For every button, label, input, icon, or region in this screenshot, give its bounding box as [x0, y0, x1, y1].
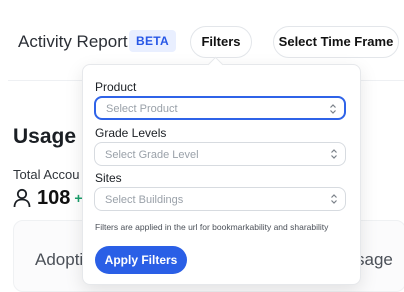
grade-level-select[interactable]: Select Grade Level	[94, 142, 346, 166]
total-accounts-label: Total Accou	[13, 167, 80, 182]
total-accounts-row: 108 +	[13, 186, 83, 210]
filters-popover: Product Select Product Grade Levels Sele…	[82, 64, 361, 285]
adoption-card-title: Adopti	[35, 250, 84, 269]
chevron-up-down-icon	[331, 149, 337, 159]
page-title: Activity Report	[18, 32, 128, 51]
sites-select[interactable]: Select Buildings	[94, 187, 346, 211]
grade-levels-label: Grade Levels	[95, 126, 167, 140]
grade-level-select-placeholder: Select Grade Level	[105, 149, 199, 161]
filters-button[interactable]: Filters	[190, 26, 252, 58]
total-accounts-value: 108	[37, 186, 71, 209]
sites-select-placeholder: Select Buildings	[105, 194, 184, 206]
product-label: Product	[95, 80, 137, 94]
person-outline-icon	[13, 188, 31, 208]
product-select[interactable]: Select Product	[94, 96, 346, 120]
usage-card-title: sage	[356, 250, 393, 269]
product-select-placeholder: Select Product	[106, 103, 178, 115]
time-frame-button[interactable]: Select Time Frame	[273, 26, 399, 58]
chevron-up-down-icon	[331, 194, 337, 204]
beta-badge: BETA	[129, 30, 176, 52]
apply-filters-button[interactable]: Apply Filters	[95, 246, 187, 274]
chevron-up-down-icon	[330, 104, 336, 114]
sites-label: Sites	[95, 171, 122, 185]
filters-note: Filters are applied in the url for bookm…	[95, 222, 329, 232]
